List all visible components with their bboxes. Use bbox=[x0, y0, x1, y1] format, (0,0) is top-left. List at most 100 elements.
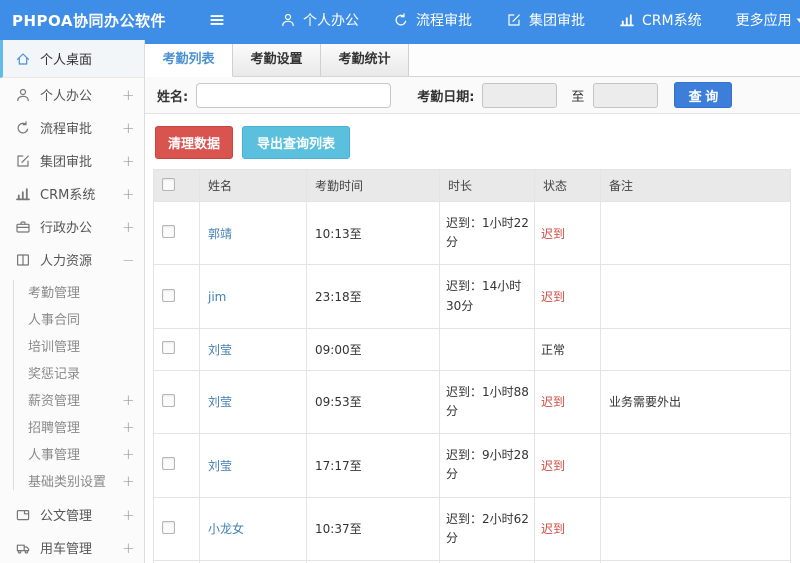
name-filter-input[interactable] bbox=[196, 82, 392, 108]
attendance-time: 09:00至 bbox=[306, 327, 440, 371]
expand-toggle-icon[interactable]: + bbox=[122, 152, 135, 170]
employee-name-link[interactable]: 刘莹 bbox=[208, 395, 232, 409]
employee-name-link[interactable]: 刘莹 bbox=[208, 343, 232, 357]
sidebar-subitem-人事合同[interactable]: 人事合同 bbox=[0, 305, 144, 332]
note bbox=[600, 264, 791, 329]
status-badge: 迟到 bbox=[541, 226, 566, 241]
page: { "header": { "brand": "PHPOA协同办公软件", "n… bbox=[0, 0, 800, 563]
employee-name-link[interactable]: jim bbox=[208, 290, 226, 304]
sidebar-item-label: 用车管理 bbox=[40, 542, 93, 557]
sidebar-subitem-培训管理[interactable]: 培训管理 bbox=[0, 332, 144, 359]
export-list-button[interactable]: 导出查询列表 bbox=[242, 126, 351, 159]
expand-toggle-icon[interactable]: + bbox=[122, 539, 135, 557]
sidebar-item-行政办公[interactable]: 行政办公 + bbox=[0, 210, 144, 243]
sidebar-subitem-label: 基础类别设置 bbox=[28, 475, 107, 490]
home-icon bbox=[15, 51, 31, 67]
sidebar-subitem-基础类别设置[interactable]: 基础类别设置 + bbox=[0, 467, 144, 494]
user-icon bbox=[15, 87, 31, 103]
expand-toggle-icon[interactable]: + bbox=[122, 119, 135, 137]
sidebar-subitem-label: 人事合同 bbox=[28, 313, 81, 328]
expand-toggle-icon[interactable]: + bbox=[122, 391, 135, 409]
note bbox=[600, 327, 791, 371]
header-nav-item[interactable]: 更多应用 bbox=[736, 10, 800, 30]
nav-label: CRM系统 bbox=[642, 13, 702, 29]
user-icon bbox=[280, 12, 296, 28]
chart-icon bbox=[619, 12, 635, 28]
sidebar-subitem-薪资管理[interactable]: 薪资管理 + bbox=[0, 386, 144, 413]
expand-toggle-icon[interactable]: + bbox=[122, 472, 135, 490]
expand-toggle-icon[interactable]: + bbox=[122, 445, 135, 463]
search-button[interactable]: 查 询 bbox=[674, 82, 733, 108]
expand-toggle-icon[interactable]: + bbox=[122, 418, 135, 436]
sidebar-item-label: 流程审批 bbox=[40, 122, 93, 137]
sidebar-item-个人桌面[interactable]: 个人桌面 bbox=[0, 40, 144, 78]
tab-考勤列表[interactable]: 考勤列表 bbox=[145, 44, 233, 77]
attendance-time: 09:53至 bbox=[306, 369, 440, 435]
note bbox=[600, 496, 791, 561]
expand-toggle-icon[interactable]: + bbox=[122, 218, 135, 236]
sidebar-item-集团审批[interactable]: 集团审批 + bbox=[0, 144, 144, 177]
sidebar-item-流程审批[interactable]: 流程审批 + bbox=[0, 111, 144, 144]
top-header: PHPOA协同办公软件 个人办公 流程审批 集团审批 CRM系统 更多应用 bbox=[0, 0, 800, 40]
status-badge: 迟到 bbox=[541, 458, 566, 473]
nav-label: 更多应用 bbox=[735, 13, 792, 29]
sidebar-item-个人办公[interactable]: 个人办公 + bbox=[0, 78, 144, 111]
sidebar-subitem-label: 培训管理 bbox=[28, 340, 81, 355]
date-to-input[interactable] bbox=[593, 82, 659, 108]
duration bbox=[439, 327, 535, 371]
sidebar-subitem-招聘管理[interactable]: 招聘管理 + bbox=[0, 413, 144, 440]
nav-label: 流程审批 bbox=[416, 13, 472, 29]
employee-name-link[interactable]: 刘莹 bbox=[208, 459, 232, 473]
sidebar-subitem-label: 招聘管理 bbox=[28, 421, 81, 436]
status-badge: 正常 bbox=[541, 342, 566, 357]
row-checkbox[interactable] bbox=[162, 225, 175, 239]
employee-name-link[interactable]: 小龙女 bbox=[208, 522, 244, 536]
note bbox=[600, 200, 791, 266]
row-checkbox[interactable] bbox=[162, 393, 175, 407]
expand-toggle-icon[interactable]: + bbox=[122, 86, 135, 104]
sidebar-subitem-考勤管理[interactable]: 考勤管理 bbox=[0, 278, 144, 305]
row-checkbox[interactable] bbox=[162, 288, 175, 302]
sidebar-item-label: 个人办公 bbox=[40, 89, 93, 104]
filter-bar: 姓名: 考勤日期: 至 查 询 bbox=[145, 77, 800, 114]
header-nav-item[interactable]: CRM系统 bbox=[619, 10, 702, 30]
chart-icon bbox=[15, 186, 31, 202]
sidebar-subitem-label: 奖惩记录 bbox=[28, 367, 81, 382]
header-nav-item[interactable]: 个人办公 bbox=[280, 10, 359, 30]
sidebar-item-用车管理[interactable]: 用车管理 + bbox=[0, 531, 144, 563]
tab-考勤设置[interactable]: 考勤设置 bbox=[233, 44, 321, 76]
expand-toggle-icon[interactable]: − bbox=[122, 251, 135, 269]
edit-icon bbox=[506, 12, 522, 28]
row-checkbox[interactable] bbox=[162, 520, 175, 534]
name-filter-label: 姓名: bbox=[157, 89, 189, 105]
date-from-input[interactable] bbox=[482, 82, 558, 108]
duration: 迟到：2小时62分 bbox=[439, 496, 535, 561]
tab-bar: 考勤列表 考勤设置 考勤统计 bbox=[145, 44, 800, 77]
clean-data-button[interactable]: 清理数据 bbox=[155, 126, 234, 159]
sidebar-item-label: 行政办公 bbox=[40, 221, 93, 236]
app-logo: PHPOA协同办公软件 bbox=[12, 11, 166, 30]
tab-考勤统计[interactable]: 考勤统计 bbox=[321, 44, 409, 76]
header-nav-item[interactable]: 集团审批 bbox=[506, 10, 585, 30]
employee-name-link[interactable]: 郭靖 bbox=[208, 227, 232, 241]
row-checkbox[interactable] bbox=[162, 457, 175, 471]
sidebar-item-公文管理[interactable]: 公文管理 + bbox=[0, 498, 144, 531]
sidebar-item-label: 个人桌面 bbox=[40, 53, 93, 68]
sidebar-subitem-人事管理[interactable]: 人事管理 + bbox=[0, 440, 144, 467]
duration: 迟到：1小时22分 bbox=[439, 200, 535, 266]
action-toolbar: 清理数据 导出查询列表 bbox=[145, 114, 800, 169]
sidebar-item-label: 公文管理 bbox=[40, 509, 93, 524]
expand-toggle-icon[interactable]: + bbox=[122, 506, 135, 524]
expand-toggle-icon[interactable]: + bbox=[122, 185, 135, 203]
table-row: 刘莹 09:53至 迟到：1小时88分 迟到 业务需要外出 bbox=[153, 369, 791, 435]
row-checkbox[interactable] bbox=[162, 341, 175, 355]
menu-toggle-icon[interactable] bbox=[208, 7, 226, 33]
attendance-time: 17:17至 bbox=[306, 433, 440, 498]
select-all-checkbox[interactable] bbox=[162, 177, 175, 191]
status-badge: 迟到 bbox=[541, 290, 566, 305]
header-nav-item[interactable]: 流程审批 bbox=[393, 10, 472, 30]
col-header-time: 考勤时间 bbox=[306, 169, 440, 202]
sidebar-item-人力资源[interactable]: 人力资源 − bbox=[0, 243, 144, 276]
sidebar-item-CRM系统[interactable]: CRM系统 + bbox=[0, 177, 144, 210]
sidebar-subitem-奖惩记录[interactable]: 奖惩记录 bbox=[0, 359, 144, 386]
